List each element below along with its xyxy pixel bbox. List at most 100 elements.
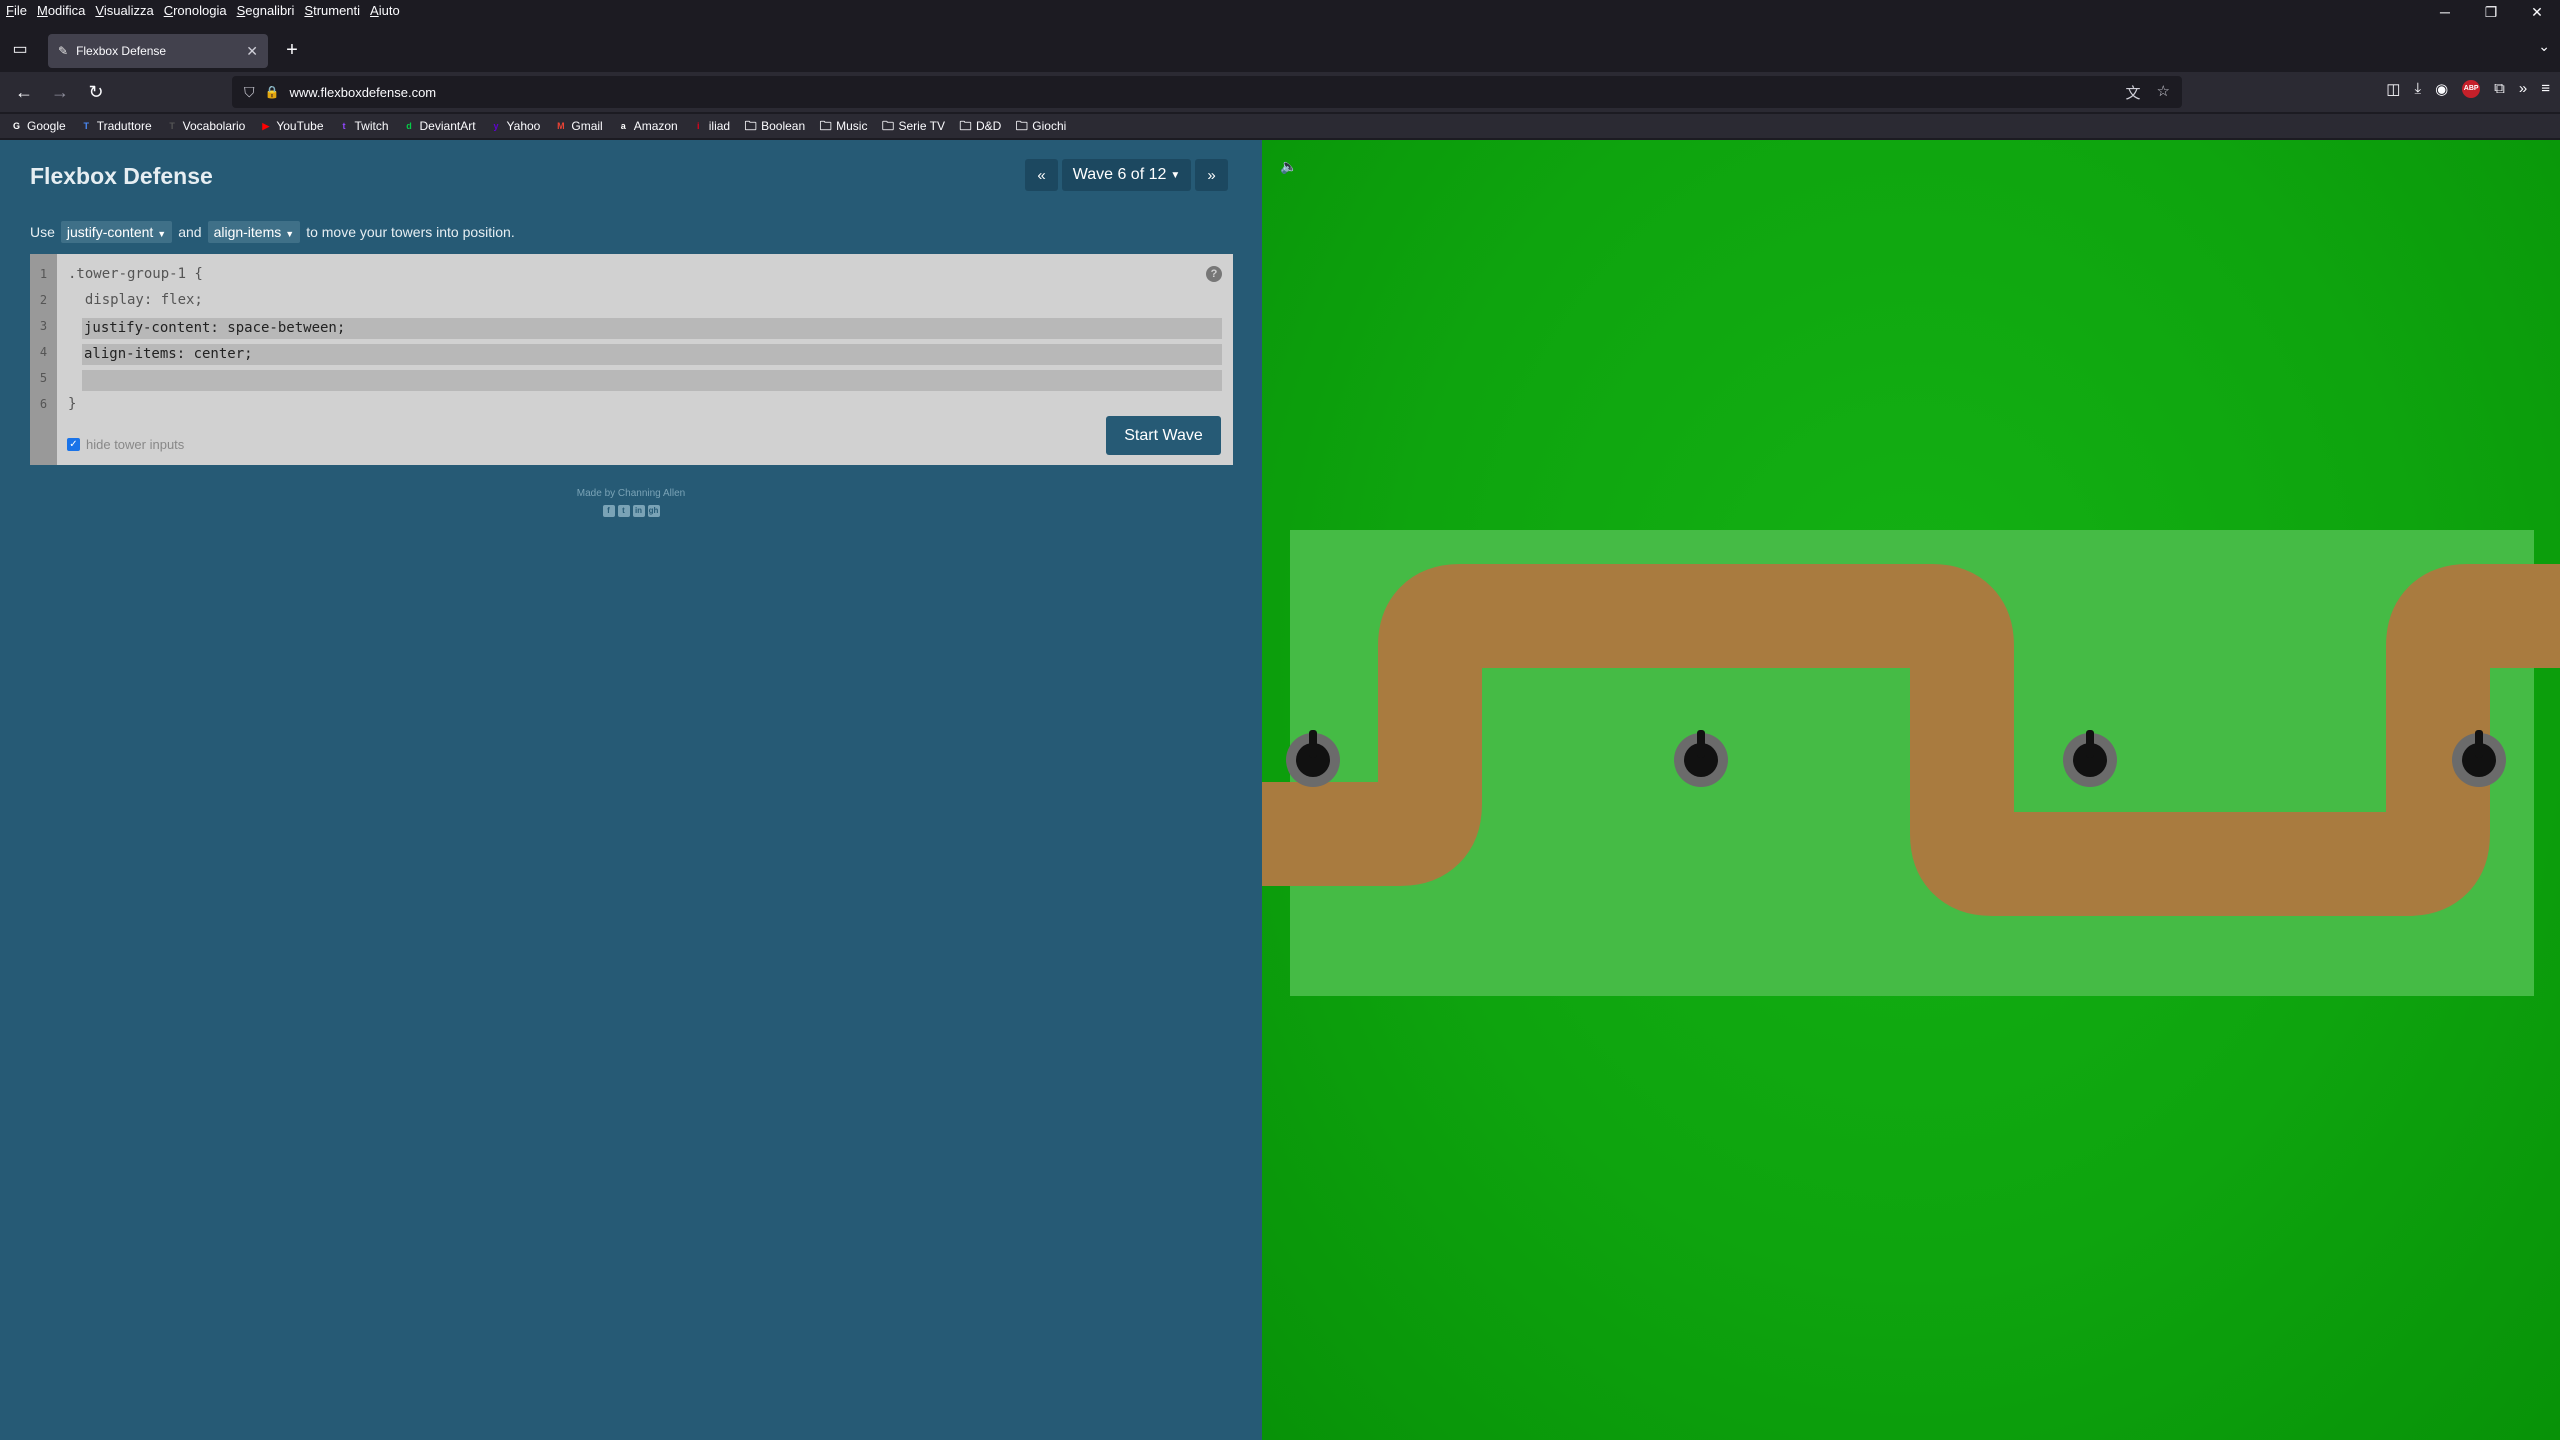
justify-content-label: justify-content: [66, 224, 154, 240]
bookmark-deviantart[interactable]: d DeviantArt: [403, 119, 476, 133]
star-icon[interactable]: ☆: [2157, 82, 2170, 103]
bookmark-label: Google: [27, 119, 66, 133]
facebook-icon[interactable]: f: [602, 505, 615, 517]
account-icon[interactable]: ◉: [2435, 80, 2448, 98]
minimize-icon[interactable]: ─: [2422, 0, 2468, 24]
bookmark-giochi[interactable]: 🗀 Giochi: [1015, 119, 1067, 133]
caret-down-icon: ▼: [285, 229, 295, 239]
control-panel: Flexbox Defense « Wave 6 of 12 ▼ » Use j…: [0, 140, 1262, 1440]
bookmark-yahoo[interactable]: y Yahoo: [490, 119, 541, 133]
linkedin-icon[interactable]: in: [632, 505, 645, 517]
tab-flexbox-defense[interactable]: ✎ Flexbox Defense ✕: [48, 34, 268, 68]
bookmark-label: Amazon: [633, 119, 678, 133]
hide-inputs-label[interactable]: hide tower inputs: [86, 437, 184, 452]
line-number: 1: [39, 267, 48, 281]
menu-strumenti[interactable]: Strumenti: [304, 3, 360, 18]
align-items-dropdown[interactable]: align-items ▼: [207, 221, 301, 243]
back-button[interactable]: ←: [10, 80, 38, 104]
tower[interactable]: [1286, 730, 1340, 787]
tab-list-icon[interactable]: ▭: [8, 38, 32, 62]
code-input-align-items[interactable]: align-items: center;: [82, 344, 1222, 365]
address-bar[interactable]: ⛉ 🔒 www.flexboxdefense.com 文 ☆: [232, 76, 2182, 108]
lock-icon[interactable]: 🔒: [265, 85, 280, 99]
code-line-selector: .tower-group-1 {: [68, 266, 203, 282]
page-content: Flexbox Defense « Wave 6 of 12 ▼ » Use j…: [0, 140, 2560, 1440]
bookmark-vocabolario[interactable]: T Vocabolario: [166, 119, 246, 133]
menu-aiuto[interactable]: Aiuto: [370, 3, 400, 18]
hide-tower-inputs[interactable]: ✓ hide tower inputs: [67, 437, 184, 452]
menu-cronologia[interactable]: Cronologia: [164, 3, 227, 18]
bookmark-google[interactable]: G Google: [10, 119, 66, 133]
restore-icon[interactable]: ❐: [2468, 0, 2514, 24]
tower-barrel: [1697, 730, 1705, 758]
bookmark-label: Traduttore: [96, 119, 152, 133]
bookmark-twitch[interactable]: t Twitch: [338, 119, 389, 133]
reload-button[interactable]: ↻: [82, 80, 110, 104]
tower-barrel: [2475, 730, 2483, 758]
previous-wave-button[interactable]: «: [1025, 159, 1058, 191]
wave-selector[interactable]: Wave 6 of 12 ▼: [1062, 159, 1191, 191]
menu-segnalibri[interactable]: Segnalibri: [237, 3, 295, 18]
hide-inputs-checkbox[interactable]: ✓: [67, 438, 80, 451]
credit-text: Made by Channing Allen: [576, 488, 686, 499]
twitter-icon[interactable]: t: [617, 505, 630, 517]
shield-icon[interactable]: ⛉: [244, 84, 255, 101]
menu-modifica[interactable]: Modifica: [37, 3, 85, 18]
adblock-icon[interactable]: ABP: [2462, 80, 2481, 98]
bookmark-label: Yahoo: [506, 119, 541, 133]
tower[interactable]: [2452, 730, 2506, 787]
favicon-icon: ✎: [58, 44, 69, 58]
help-icon[interactable]: ?: [1206, 266, 1222, 282]
tower[interactable]: [2063, 730, 2117, 787]
bookmark-label: D&D: [975, 119, 1002, 133]
bookmark-boolean[interactable]: 🗀 Boolean: [744, 118, 806, 133]
caret-down-icon: ▼: [1170, 169, 1181, 181]
social-links: f t in gh: [0, 505, 1262, 517]
overflow-icon[interactable]: »: [2519, 80, 2527, 98]
bookmark-youtube[interactable]: ▶ YouTube: [259, 119, 323, 133]
tower[interactable]: [1674, 730, 1728, 787]
code-input-justify-content[interactable]: justify-content: space-between;: [82, 318, 1222, 339]
bookmark-music[interactable]: 🗀 Music: [819, 118, 868, 133]
bookmark-serie-tv[interactable]: 🗀 Serie TV: [881, 119, 945, 133]
bookmark-favicon-icon: ▶: [262, 120, 270, 131]
bookmark-favicon-icon: a: [620, 120, 626, 131]
close-window-icon[interactable]: ✕: [2514, 0, 2560, 24]
tab-close-icon[interactable]: ✕: [246, 43, 258, 60]
game-board: [1262, 530, 2560, 996]
menu-icon[interactable]: ≡: [2541, 80, 2550, 98]
bookmark-label: Vocabolario: [182, 119, 246, 133]
align-items-label: align-items: [213, 224, 282, 240]
menu-bar: File Modifica Visualizza Cronologia Segn…: [0, 0, 2560, 20]
tab-title: Flexbox Defense: [76, 44, 167, 58]
bookmark-traduttore[interactable]: T Traduttore: [80, 119, 152, 133]
bookmark-amazon[interactable]: a Amazon: [617, 119, 678, 133]
code-input-empty[interactable]: [82, 370, 1222, 391]
download-icon[interactable]: ⤓: [2414, 80, 2421, 98]
bookmark-iliad[interactable]: i iliad: [692, 119, 730, 133]
bookmark-label: DeviantArt: [419, 119, 476, 133]
instructions-and: and: [178, 224, 202, 240]
bookmark-favicon-icon: T: [169, 120, 175, 131]
start-wave-button[interactable]: Start Wave: [1106, 416, 1221, 455]
bookmark-gmail[interactable]: M Gmail: [554, 119, 603, 133]
new-tab-button[interactable]: +: [280, 38, 304, 62]
bookmark-d-d[interactable]: 🗀 D&D: [959, 119, 1001, 133]
folder-icon: 🗀: [744, 118, 757, 133]
url-text[interactable]: www.flexboxdefense.com: [289, 85, 436, 100]
github-icon[interactable]: gh: [647, 505, 660, 517]
justify-content-dropdown[interactable]: justify-content ▼: [60, 221, 173, 243]
forward-button[interactable]: →: [46, 80, 74, 104]
next-wave-button[interactable]: »: [1195, 159, 1228, 191]
pocket-icon[interactable]: ◫: [2386, 80, 2400, 98]
extensions-icon[interactable]: ⧉: [2494, 80, 2505, 98]
sound-icon[interactable]: 🔈: [1280, 158, 1297, 175]
translate-icon[interactable]: 文: [2126, 82, 2141, 103]
folder-icon: 🗀: [819, 118, 832, 133]
line-number: 6: [39, 397, 48, 411]
menu-file[interactable]: File: [6, 3, 27, 18]
game-title: Flexbox Defense: [30, 163, 213, 189]
bookmark-favicon-icon: y: [493, 120, 499, 131]
menu-visualizza[interactable]: Visualizza: [95, 3, 153, 18]
tab-overflow-icon[interactable]: ⌄: [2538, 38, 2550, 55]
